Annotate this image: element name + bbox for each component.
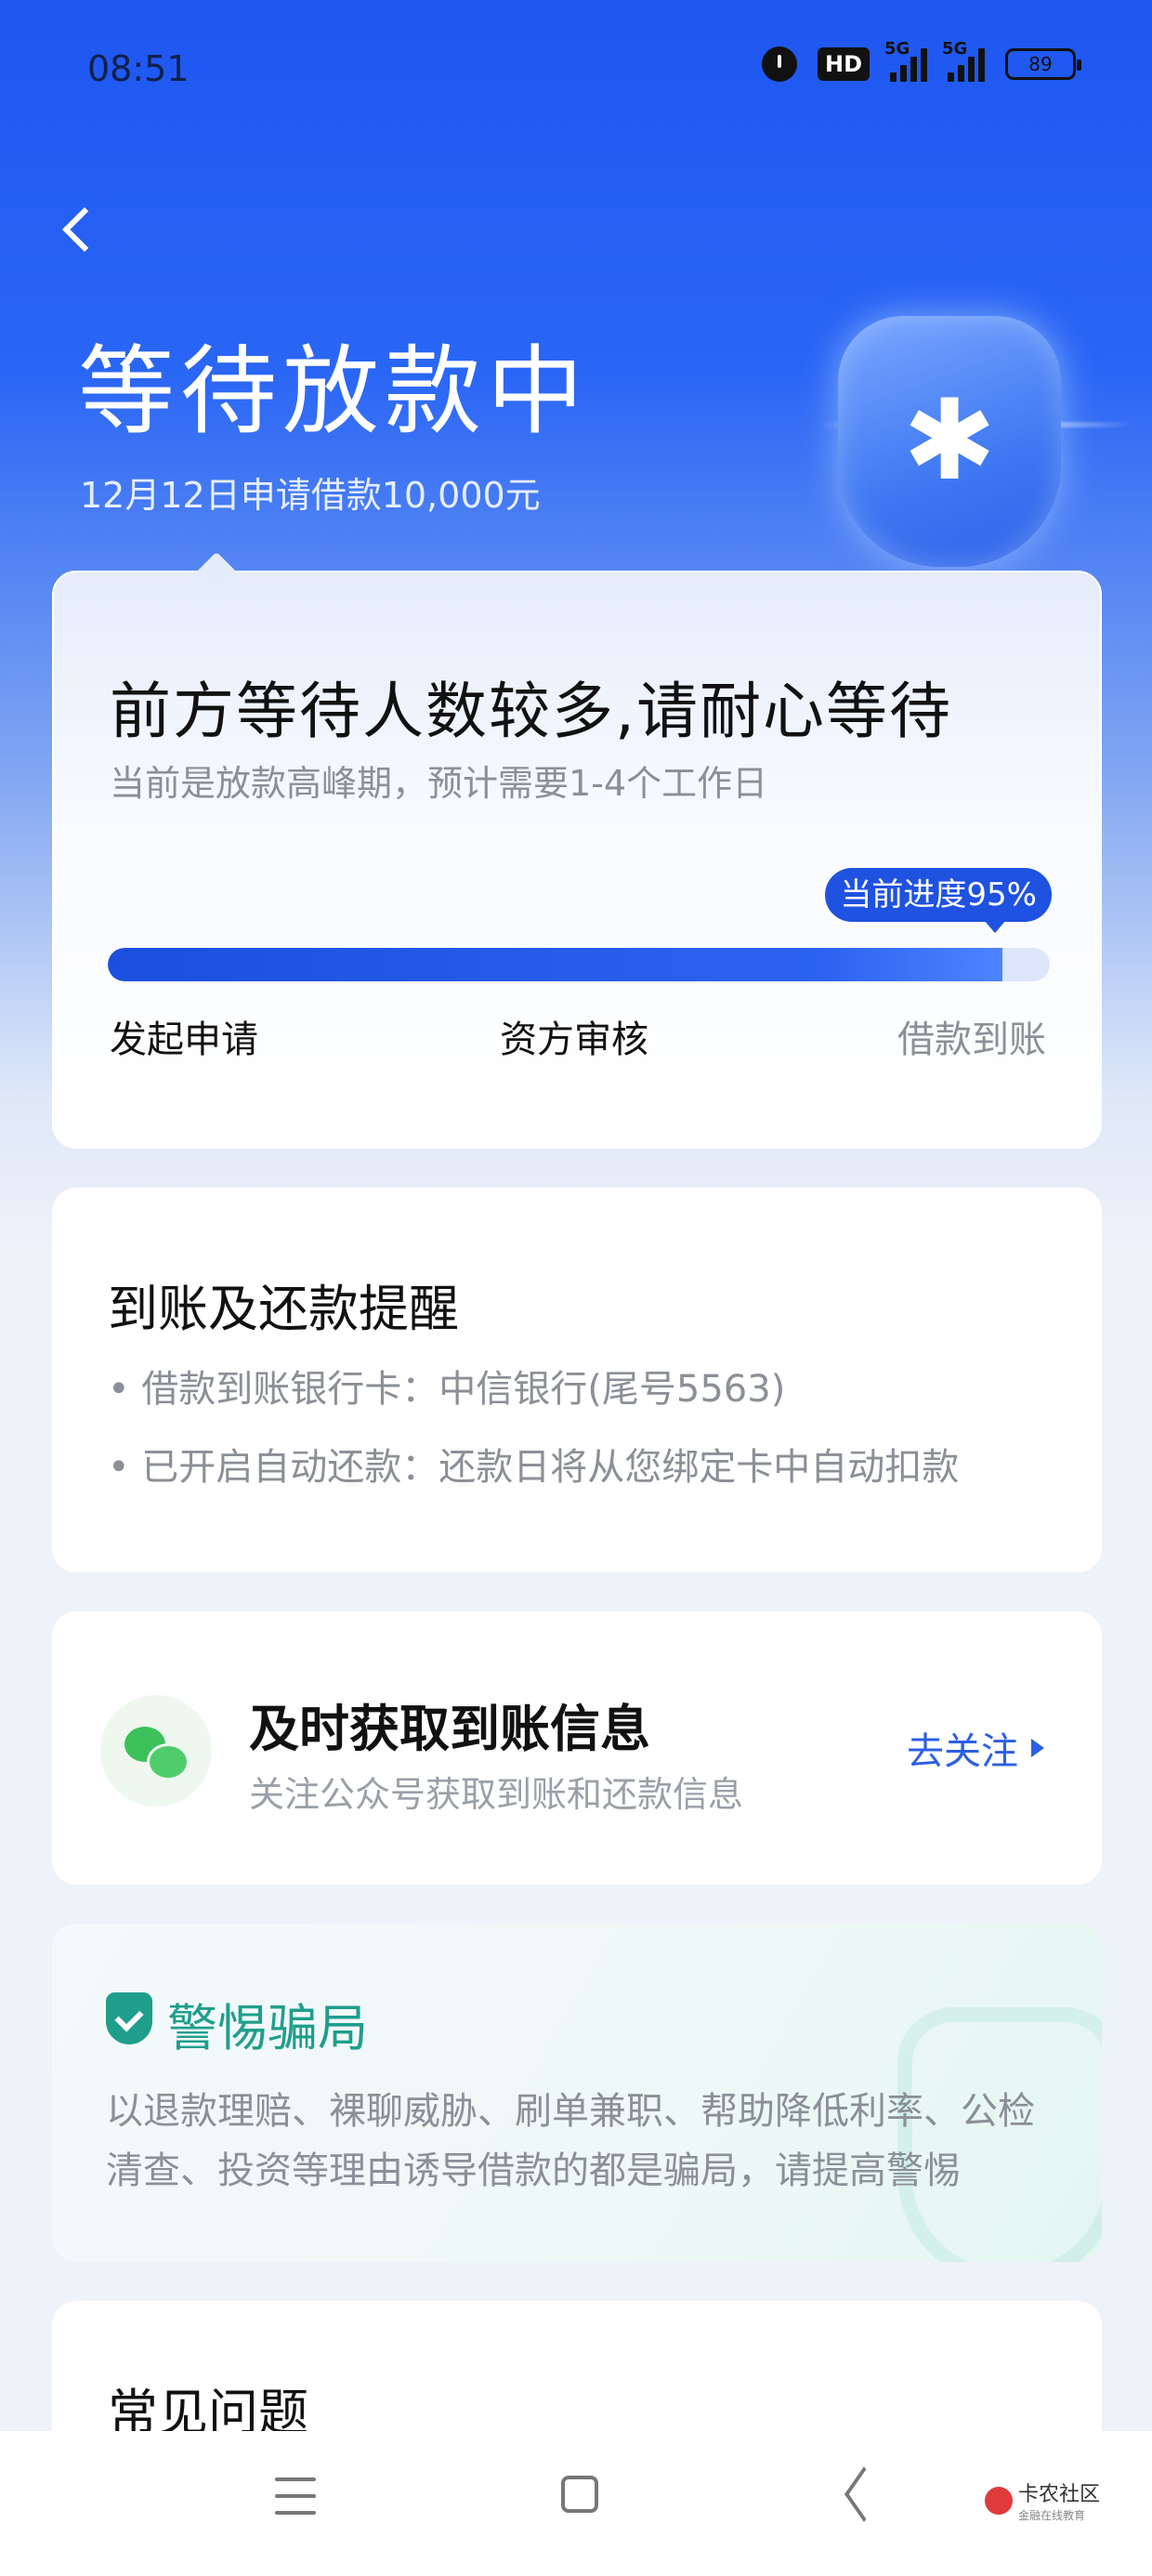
page-subtitle: 12月12日申请借款10,000元: [80, 475, 541, 516]
shield-check-icon: [106, 1992, 152, 2044]
reminder-auto-repay: • 已开启自动还款：还款日将从您绑定卡中自动扣款: [108, 1446, 960, 1489]
watermark-main: 卡农社区: [1018, 2483, 1101, 2506]
step-apply: 发起申请: [110, 1019, 258, 1061]
nav-home-button[interactable]: [561, 2476, 598, 2513]
follow-title: 及时获取到账信息: [249, 1700, 650, 1758]
progress-badge: 当前进度95%: [825, 868, 1052, 933]
status-bar: 08:51 HD 5G 5G 89: [0, 0, 1152, 139]
back-button[interactable]: [50, 197, 115, 262]
watermark-sub: 金融在线教育: [1018, 2509, 1086, 2522]
progress-bar: [108, 948, 1050, 981]
brand-logo-icon: ✱: [902, 376, 997, 506]
progress-card: 前方等待人数较多,请耐心等待 当前是放款高峰期，预计需要1-4个工作日 当前进度…: [52, 571, 1102, 1149]
signal-icon: 5G: [942, 39, 985, 82]
nav-menu-button[interactable]: [275, 2477, 316, 2515]
watermark: 卡农社区 金融在线教育: [985, 2477, 1100, 2523]
alarm-icon: [761, 46, 797, 82]
arrow-right-icon: [1031, 1739, 1044, 1757]
hd-voice-icon: HD: [817, 47, 870, 81]
app-screen: 08:51 HD 5G 5G 89 等待放款中 12月12日申请借款10,000…: [0, 0, 1152, 2576]
reminder-title: 到账及还款提醒: [108, 1280, 459, 1338]
follow-official-account-card[interactable]: 及时获取到账信息 关注公众号获取到账和还款信息 去关注: [52, 1611, 1102, 1885]
progress-bar-fill: [108, 948, 1003, 981]
status-time: 08:51: [87, 48, 190, 89]
follow-button[interactable]: 去关注: [907, 1721, 1044, 1775]
nav-back-button[interactable]: [842, 2472, 888, 2518]
system-nav-bar: 卡农社区 金融在线教育: [0, 2431, 1152, 2576]
shield-emblem-icon: ✱: [818, 307, 1133, 585]
network-type-label: 5G: [942, 39, 968, 59]
watermark-logo-icon: [985, 2486, 1013, 2515]
wechat-bubble-right: [147, 1743, 190, 1781]
page-title: 等待放款中: [78, 335, 590, 448]
fraud-title: 警惕骗局: [167, 1999, 368, 2057]
reminder-bank-card: • 借款到账银行卡：中信银行(尾号5563): [108, 1368, 786, 1411]
signal-icon: 5G: [884, 39, 927, 82]
status-icons: HD 5G 5G 89: [761, 39, 1081, 82]
shield-body: ✱: [838, 316, 1061, 567]
battery-level: 89: [1028, 53, 1053, 75]
wait-note: 当前是放款高峰期，预计需要1-4个工作日: [110, 763, 768, 804]
wechat-icon: [100, 1695, 212, 1807]
network-type-label: 5G: [884, 39, 910, 59]
follow-subtitle: 关注公众号获取到账和还款信息: [249, 1774, 744, 1815]
step-review: 资方审核: [500, 1019, 648, 1061]
step-arrival: 借款到账: [897, 1019, 1046, 1061]
reminder-card: 到账及还款提醒 • 借款到账银行卡：中信银行(尾号5563) • 已开启自动还款…: [52, 1188, 1102, 1572]
fraud-text: 以退款理赔、裸聊威胁、刷单兼职、帮助降低利率、公检清查、投资等理由诱导借款的都是…: [106, 2090, 1035, 2192]
follow-button-label: 去关注: [907, 1730, 1018, 1773]
fraud-warning-card: 警惕骗局 以退款理赔、裸聊威胁、刷单兼职、帮助降低利率、公检清查、投资等理由诱导…: [52, 1924, 1102, 2262]
battery-icon: 89: [1005, 48, 1081, 80]
wait-headline: 前方等待人数较多,请耐心等待: [110, 676, 952, 747]
